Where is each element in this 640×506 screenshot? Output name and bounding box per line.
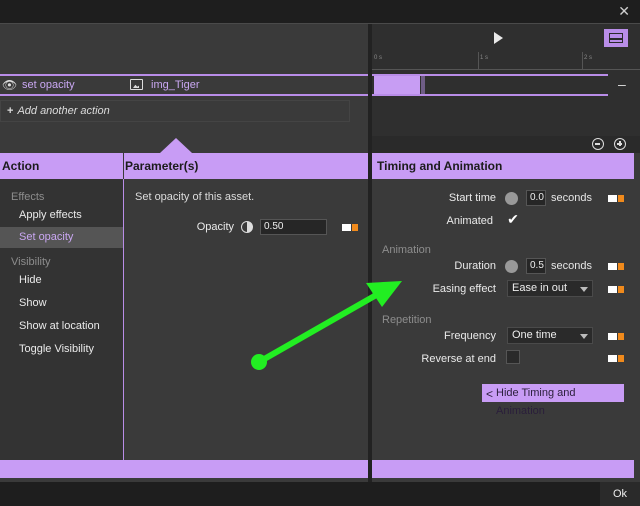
annotation-arrow: [251, 281, 402, 370]
